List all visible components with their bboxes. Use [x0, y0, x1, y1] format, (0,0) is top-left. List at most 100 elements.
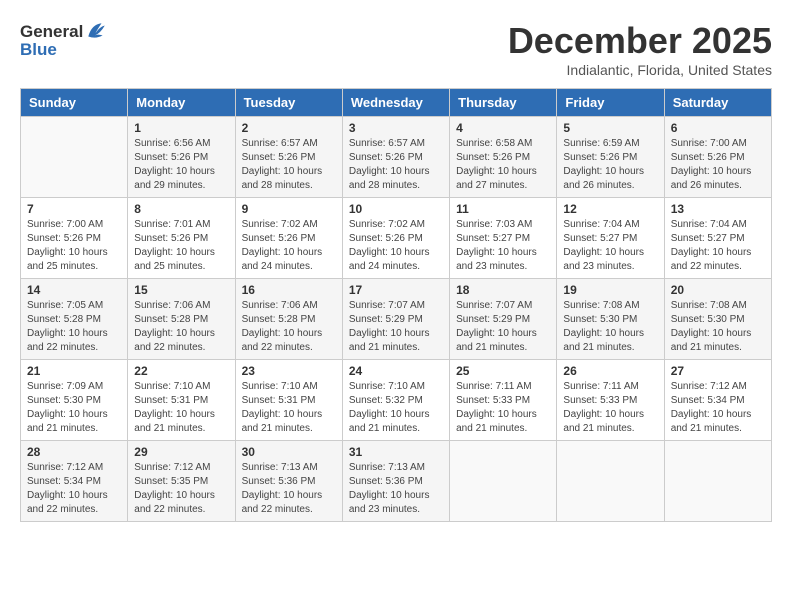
calendar-cell: 2 Sunrise: 6:57 AMSunset: 5:26 PMDaylight…: [235, 117, 342, 198]
weekday-header: Saturday: [664, 89, 771, 117]
day-number: 28: [27, 445, 121, 459]
calendar-cell: 14Sunrise: 7:05 AMSunset: 5:28 PMDayligh…: [21, 279, 128, 360]
calendar-cell: 7 Sunrise: 7:00 AMSunset: 5:26 PMDaylight…: [21, 198, 128, 279]
calendar-cell: 25 Sunrise: 7:11 AMSunset: 5:33 PMDayligh…: [450, 360, 557, 441]
calendar-cell: 23 Sunrise: 7:10 AMSunset: 5:31 PMDayligh…: [235, 360, 342, 441]
calendar-cell: 3Sunrise: 6:57 AMSunset: 5:26 PMDaylight…: [342, 117, 449, 198]
calendar-cell: 29Sunrise: 7:12 AMSunset: 5:35 PMDayligh…: [128, 441, 235, 522]
weekday-header: Friday: [557, 89, 664, 117]
day-info: Sunrise: 7:10 AMSunset: 5:31 PMDaylight:…: [134, 380, 228, 436]
weekday-header: Tuesday: [235, 89, 342, 117]
day-number: 27: [671, 364, 765, 378]
day-info: Sunrise: 7:09 AMSunset: 5:30 PMDaylight:…: [27, 380, 121, 436]
day-info: Sunrise: 6:57 AMSunset: 5:26 PMDaylight:…: [242, 137, 336, 193]
day-number: 8: [134, 202, 228, 216]
weekday-header: Sunday: [21, 89, 128, 117]
calendar-cell: 8 Sunrise: 7:01 AMSunset: 5:26 PMDaylight…: [128, 198, 235, 279]
month-title: December 2025: [508, 20, 772, 62]
calendar-cell: 27 Sunrise: 7:12 AMSunset: 5:34 PMDayligh…: [664, 360, 771, 441]
calendar-cell: 9Sunrise: 7:02 AMSunset: 5:26 PMDaylight…: [235, 198, 342, 279]
calendar-table: SundayMondayTuesdayWednesdayThursdayFrid…: [20, 88, 772, 522]
day-info: Sunrise: 7:07 AMSunset: 5:29 PMDaylight:…: [349, 299, 443, 355]
day-info: Sunrise: 7:13 AMSunset: 5:36 PMDaylight:…: [349, 461, 443, 517]
day-info: Sunrise: 7:08 AMSunset: 5:30 PMDaylight:…: [671, 299, 765, 355]
day-info: Sunrise: 7:11 AMSunset: 5:33 PMDaylight:…: [456, 380, 550, 436]
calendar-cell: 21 Sunrise: 7:09 AMSunset: 5:30 PMDayligh…: [21, 360, 128, 441]
day-info: Sunrise: 7:02 AMSunset: 5:26 PMDaylight:…: [349, 218, 443, 274]
day-number: 11: [456, 202, 550, 216]
location: Indialantic, Florida, United States: [508, 62, 772, 78]
calendar-cell: 19 Sunrise: 7:08 AMSunset: 5:30 PMDayligh…: [557, 279, 664, 360]
day-number: 25: [456, 364, 550, 378]
calendar-cell: 22 Sunrise: 7:10 AMSunset: 5:31 PMDayligh…: [128, 360, 235, 441]
day-number: 7: [27, 202, 121, 216]
weekday-header: Monday: [128, 89, 235, 117]
weekday-header: Wednesday: [342, 89, 449, 117]
calendar-cell: 12 Sunrise: 7:04 AMSunset: 5:27 PMDayligh…: [557, 198, 664, 279]
day-number: 14: [27, 283, 121, 297]
day-number: 18: [456, 283, 550, 297]
day-number: 31: [349, 445, 443, 459]
day-info: Sunrise: 7:00 AMSunset: 5:26 PMDaylight:…: [27, 218, 121, 274]
calendar-header-row: SundayMondayTuesdayWednesdayThursdayFrid…: [21, 89, 772, 117]
day-number: 6: [671, 121, 765, 135]
day-info: Sunrise: 6:59 AMSunset: 5:26 PMDaylight:…: [563, 137, 657, 193]
day-number: 2: [242, 121, 336, 135]
day-number: 20: [671, 283, 765, 297]
day-number: 19: [563, 283, 657, 297]
calendar-week-row: 21 Sunrise: 7:09 AMSunset: 5:30 PMDayligh…: [21, 360, 772, 441]
day-info: Sunrise: 7:00 AMSunset: 5:26 PMDaylight:…: [671, 137, 765, 193]
logo-general-text: General: [20, 22, 83, 42]
calendar-week-row: 14Sunrise: 7:05 AMSunset: 5:28 PMDayligh…: [21, 279, 772, 360]
day-number: 21: [27, 364, 121, 378]
page-header: General Blue December 2025 Indialantic, …: [20, 20, 772, 78]
day-number: 3: [349, 121, 443, 135]
day-number: 5: [563, 121, 657, 135]
calendar-cell: 26 Sunrise: 7:11 AMSunset: 5:33 PMDayligh…: [557, 360, 664, 441]
day-info: Sunrise: 7:06 AMSunset: 5:28 PMDaylight:…: [134, 299, 228, 355]
day-number: 24: [349, 364, 443, 378]
day-info: Sunrise: 7:03 AMSunset: 5:27 PMDaylight:…: [456, 218, 550, 274]
calendar-cell: [450, 441, 557, 522]
calendar-cell: 15 Sunrise: 7:06 AMSunset: 5:28 PMDayligh…: [128, 279, 235, 360]
day-number: 16: [242, 283, 336, 297]
logo-bird-icon: [85, 20, 107, 42]
logo-blue-text: Blue: [20, 40, 57, 60]
calendar-cell: 13Sunrise: 7:04 AMSunset: 5:27 PMDayligh…: [664, 198, 771, 279]
day-number: 26: [563, 364, 657, 378]
calendar-cell: 4Sunrise: 6:58 AMSunset: 5:26 PMDaylight…: [450, 117, 557, 198]
day-number: 10: [349, 202, 443, 216]
day-number: 13: [671, 202, 765, 216]
day-info: Sunrise: 6:58 AMSunset: 5:26 PMDaylight:…: [456, 137, 550, 193]
day-number: 29: [134, 445, 228, 459]
calendar-cell: 18Sunrise: 7:07 AMSunset: 5:29 PMDayligh…: [450, 279, 557, 360]
day-info: Sunrise: 7:10 AMSunset: 5:31 PMDaylight:…: [242, 380, 336, 436]
day-number: 22: [134, 364, 228, 378]
calendar-cell: [664, 441, 771, 522]
day-info: Sunrise: 7:12 AMSunset: 5:34 PMDaylight:…: [671, 380, 765, 436]
calendar-cell: 31 Sunrise: 7:13 AMSunset: 5:36 PMDayligh…: [342, 441, 449, 522]
day-info: Sunrise: 7:08 AMSunset: 5:30 PMDaylight:…: [563, 299, 657, 355]
weekday-header: Thursday: [450, 89, 557, 117]
title-area: December 2025 Indialantic, Florida, Unit…: [508, 20, 772, 78]
day-info: Sunrise: 7:06 AMSunset: 5:28 PMDaylight:…: [242, 299, 336, 355]
day-number: 30: [242, 445, 336, 459]
calendar-cell: 5 Sunrise: 6:59 AMSunset: 5:26 PMDaylight…: [557, 117, 664, 198]
day-number: 15: [134, 283, 228, 297]
day-info: Sunrise: 7:11 AMSunset: 5:33 PMDaylight:…: [563, 380, 657, 436]
calendar-cell: 1 Sunrise: 6:56 AMSunset: 5:26 PMDaylight…: [128, 117, 235, 198]
day-info: Sunrise: 6:56 AMSunset: 5:26 PMDaylight:…: [134, 137, 228, 193]
calendar-cell: 24 Sunrise: 7:10 AMSunset: 5:32 PMDayligh…: [342, 360, 449, 441]
day-info: Sunrise: 7:04 AMSunset: 5:27 PMDaylight:…: [563, 218, 657, 274]
calendar-week-row: 28 Sunrise: 7:12 AMSunset: 5:34 PMDayligh…: [21, 441, 772, 522]
day-number: 12: [563, 202, 657, 216]
calendar-cell: 6 Sunrise: 7:00 AMSunset: 5:26 PMDaylight…: [664, 117, 771, 198]
logo: General Blue: [20, 20, 107, 60]
calendar-cell: [21, 117, 128, 198]
day-info: Sunrise: 7:12 AMSunset: 5:34 PMDaylight:…: [27, 461, 121, 517]
day-number: 23: [242, 364, 336, 378]
day-info: Sunrise: 7:10 AMSunset: 5:32 PMDaylight:…: [349, 380, 443, 436]
day-number: 1: [134, 121, 228, 135]
day-info: Sunrise: 7:01 AMSunset: 5:26 PMDaylight:…: [134, 218, 228, 274]
day-info: Sunrise: 7:02 AMSunset: 5:26 PMDaylight:…: [242, 218, 336, 274]
